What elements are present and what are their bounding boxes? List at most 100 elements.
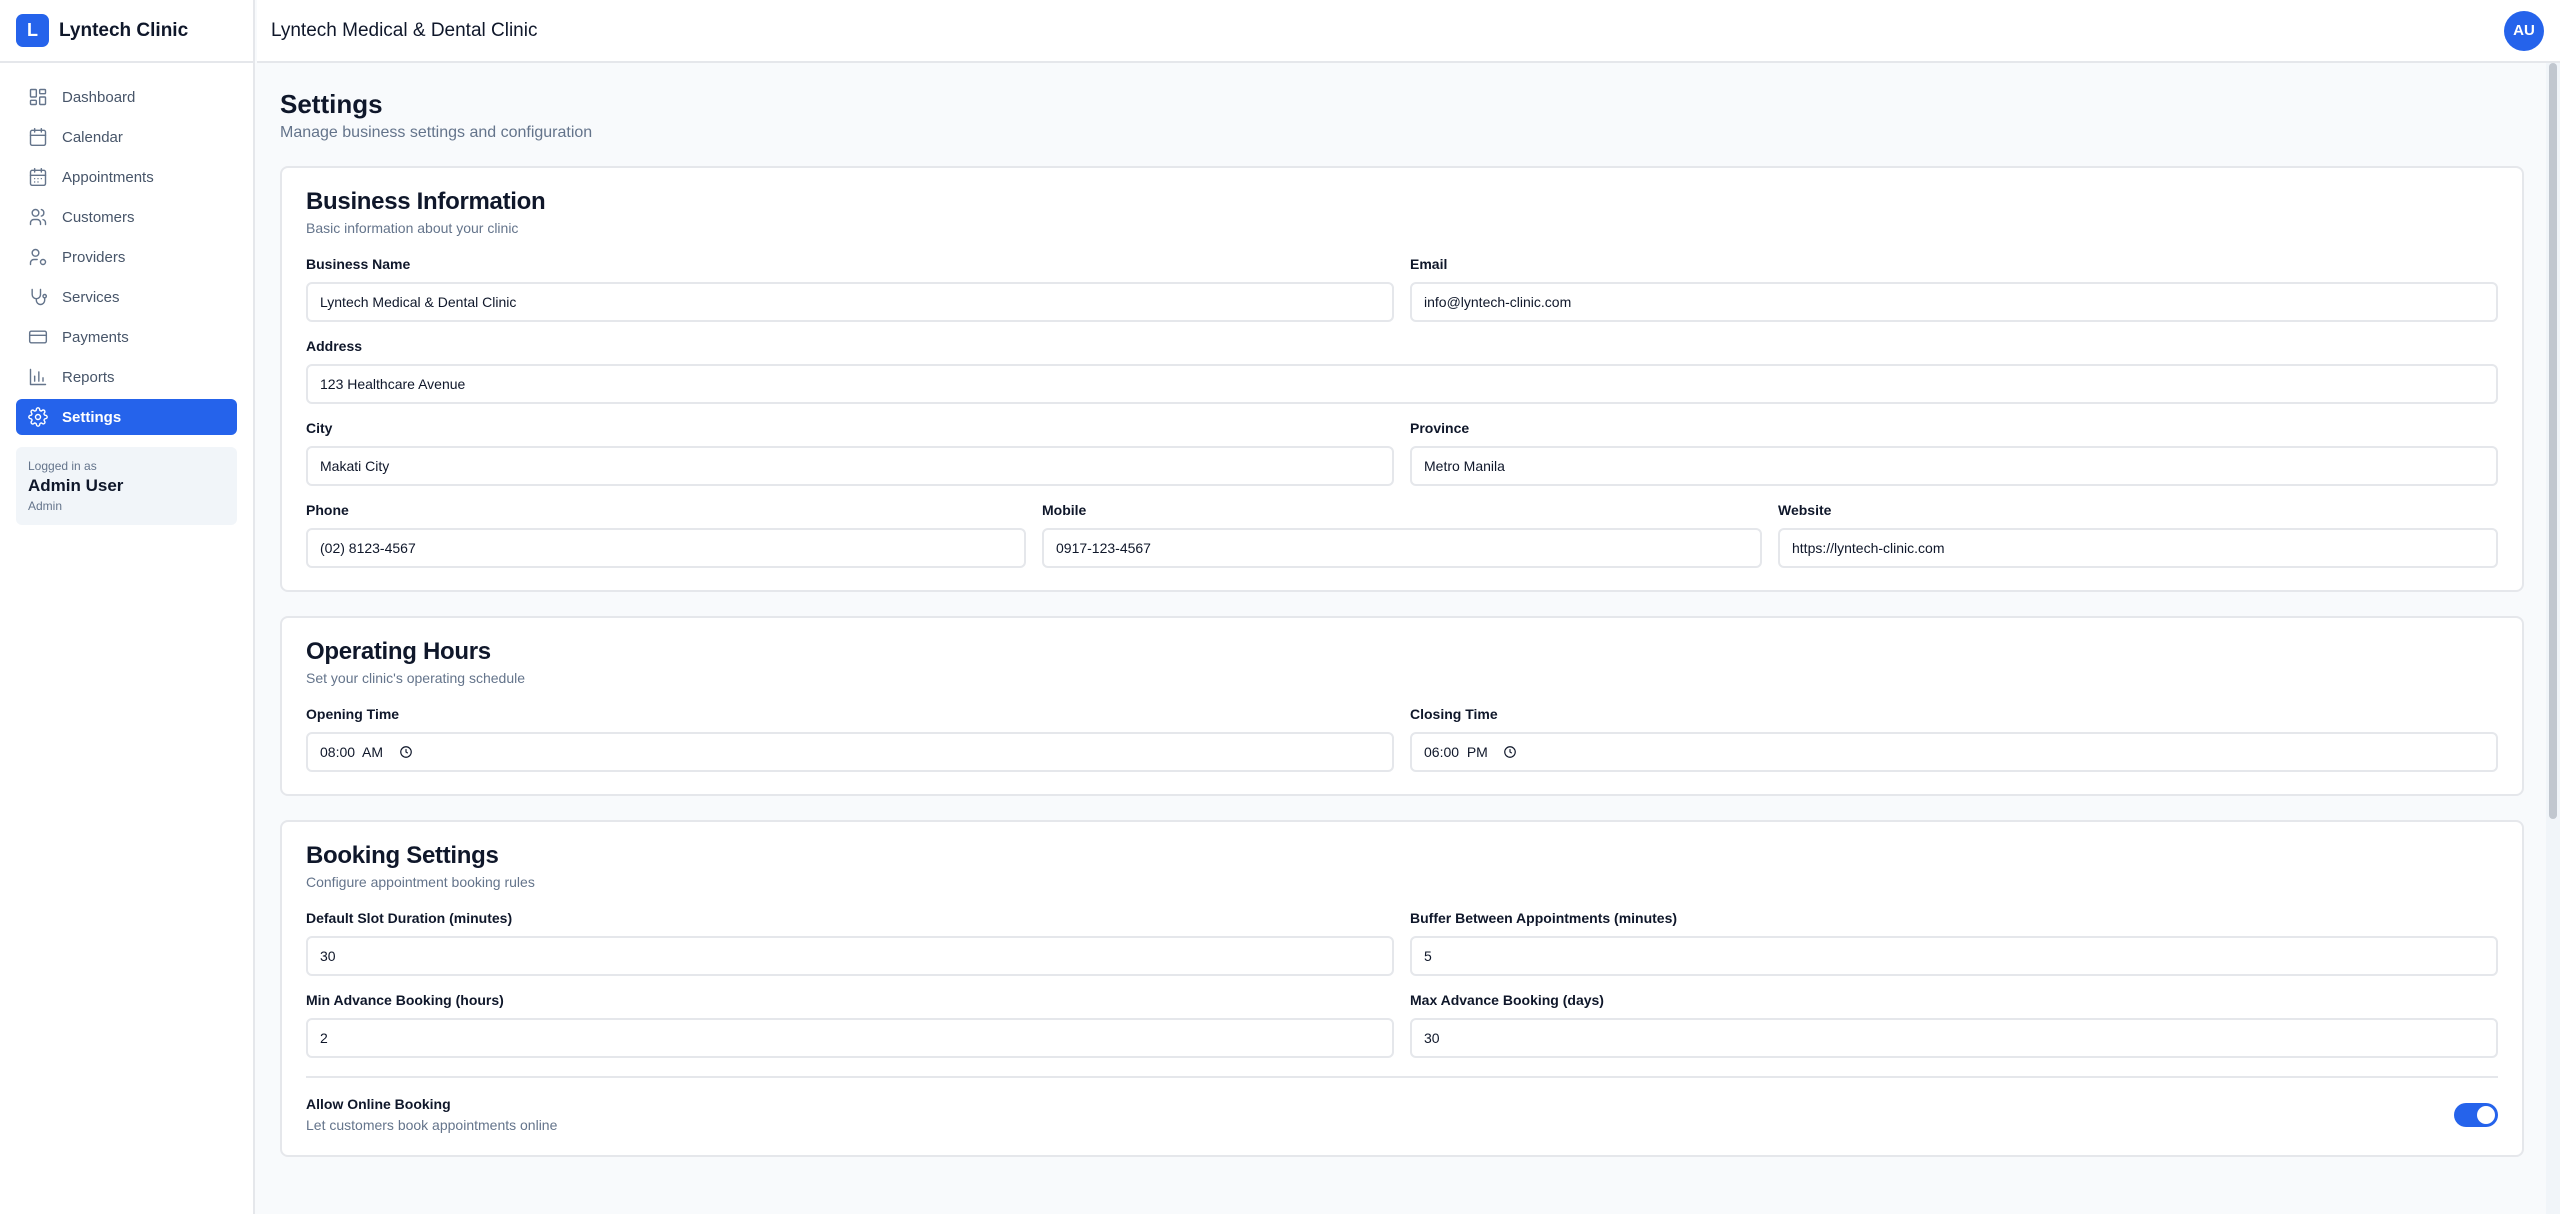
sidebar-item-label: Settings xyxy=(62,408,122,426)
user-cog-icon xyxy=(29,248,47,266)
page-subtitle: Manage business settings and configurati… xyxy=(280,124,593,141)
website-group: Website xyxy=(1778,502,2498,568)
brand[interactable]: L Lyntech Clinic xyxy=(0,0,253,63)
sidebar-item-label: Payments xyxy=(62,328,129,346)
sidebar-item-label: Dashboard xyxy=(62,88,136,106)
buffer-label: Buffer Between Appointments (minutes) xyxy=(1410,910,1678,926)
city-label: City xyxy=(306,420,333,436)
stethoscope-icon xyxy=(31,288,48,306)
business-name-label: Business Name xyxy=(306,256,411,272)
gear-icon xyxy=(28,407,48,427)
sidebar-item-label: Customers xyxy=(62,208,135,226)
users-icon xyxy=(29,208,47,226)
credit-card-icon xyxy=(28,330,48,344)
address-group: Address xyxy=(306,338,2498,404)
sidebar-item-calendar[interactable]: Calendar xyxy=(16,119,237,155)
clinic-title: Lyntech Medical & Dental Clinic xyxy=(271,19,538,41)
sidebar-nav: Dashboard Calendar Appointments Customer… xyxy=(0,63,253,435)
sidebar-item-label: Services xyxy=(62,288,120,306)
min-advance-group: Min Advance Booking (hours) xyxy=(306,992,1394,1058)
online-booking-title: Allow Online Booking xyxy=(306,1096,451,1112)
min-advance-label: Min Advance Booking (hours) xyxy=(306,992,504,1008)
top-bar: Lyntech Medical & Dental Clinic AU xyxy=(257,0,2560,63)
mobile-input[interactable] xyxy=(1042,528,1762,568)
user-name: Admin User xyxy=(28,476,124,495)
logged-in-caption: Logged in as xyxy=(28,459,97,473)
sidebar-item-appointments[interactable]: Appointments xyxy=(16,159,237,195)
calendar-icon xyxy=(29,127,47,147)
max-advance-input[interactable] xyxy=(1410,1018,2498,1058)
city-input[interactable] xyxy=(306,446,1394,486)
closing-time-input[interactable] xyxy=(1410,732,2498,772)
sidebar-item-label: Reports xyxy=(62,368,115,386)
page-title: Settings xyxy=(280,89,383,119)
sidebar-item-settings[interactable]: Settings xyxy=(16,399,237,435)
business-name-input[interactable] xyxy=(306,282,1394,322)
scrollbar-thumb[interactable] xyxy=(2549,63,2557,819)
card-subtitle: Basic information about your clinic xyxy=(306,220,519,236)
sidebar-item-label: Calendar xyxy=(62,128,123,146)
website-label: Website xyxy=(1778,502,1832,518)
email-input[interactable] xyxy=(1410,282,2498,322)
bar-chart-icon xyxy=(29,368,47,386)
website-input[interactable] xyxy=(1778,528,2498,568)
clock-icon[interactable] xyxy=(399,745,413,759)
card-subtitle: Set your clinic's operating schedule xyxy=(306,670,526,686)
sidebar: L Lyntech Clinic Dashboard Calendar Appo… xyxy=(0,0,255,1214)
sidebar-item-reports[interactable]: Reports xyxy=(16,359,237,395)
sidebar-item-services[interactable]: Services xyxy=(16,279,237,315)
user-role: Admin xyxy=(28,499,63,513)
sidebar-item-providers[interactable]: Providers xyxy=(16,239,237,275)
min-advance-input[interactable] xyxy=(306,1018,1394,1058)
address-label: Address xyxy=(306,338,363,354)
online-booking-row: Allow Online Booking Let customers book … xyxy=(306,1096,2498,1133)
toggle-knob xyxy=(2477,1105,2495,1124)
opening-time-group: Opening Time xyxy=(306,706,1394,772)
phone-group: Phone xyxy=(306,502,1026,568)
email-group: Email xyxy=(1410,256,2498,322)
mobile-label: Mobile xyxy=(1042,502,1087,518)
calendar-check-icon xyxy=(29,167,47,187)
brand-logo: L xyxy=(16,14,49,47)
divider xyxy=(306,1076,2498,1078)
logged-in-user-card: Logged in as Admin User Admin xyxy=(16,447,237,525)
phone-label: Phone xyxy=(306,502,349,518)
card-title: Operating Hours xyxy=(306,638,491,665)
card-title: Booking Settings xyxy=(306,842,499,869)
booking-settings-card: Booking Settings Configure appointment b… xyxy=(280,820,2524,1157)
province-input[interactable] xyxy=(1410,446,2498,486)
dashboard-icon xyxy=(29,88,47,106)
slot-duration-label: Default Slot Duration (minutes) xyxy=(306,910,513,926)
buffer-input[interactable] xyxy=(1410,936,2498,976)
business-name-group: Business Name xyxy=(306,256,1394,322)
online-booking-toggle[interactable] xyxy=(2454,1102,2498,1127)
online-booking-subtitle: Let customers book appointments online xyxy=(306,1117,558,1133)
province-label: Province xyxy=(1410,420,1470,436)
clock-icon[interactable] xyxy=(1503,745,1517,759)
page-scrollbar[interactable] xyxy=(2546,63,2560,1214)
slot-duration-group: Default Slot Duration (minutes) xyxy=(306,910,1394,976)
sidebar-item-payments[interactable]: Payments xyxy=(16,319,237,355)
main-content: Settings Manage business settings and co… xyxy=(257,65,2546,1214)
buffer-group: Buffer Between Appointments (minutes) xyxy=(1410,910,2498,976)
business-information-card: Business Information Basic information a… xyxy=(280,166,2524,592)
brand-name: Lyntech Clinic xyxy=(59,19,189,41)
closing-time-group: Closing Time xyxy=(1410,706,2498,772)
sidebar-item-label: Providers xyxy=(62,248,126,266)
email-label: Email xyxy=(1410,256,1448,272)
avatar[interactable]: AU xyxy=(2504,10,2544,51)
phone-input[interactable] xyxy=(306,528,1026,568)
opening-time-input[interactable] xyxy=(306,732,1394,772)
max-advance-group: Max Advance Booking (days) xyxy=(1410,992,2498,1058)
card-title: Business Information xyxy=(306,188,546,215)
slot-duration-input[interactable] xyxy=(306,936,1394,976)
sidebar-item-label: Appointments xyxy=(62,168,154,186)
sidebar-item-customers[interactable]: Customers xyxy=(16,199,237,235)
max-advance-label: Max Advance Booking (days) xyxy=(1410,992,1604,1008)
opening-time-label: Opening Time xyxy=(306,706,400,722)
sidebar-item-dashboard[interactable]: Dashboard xyxy=(16,79,237,115)
closing-time-label: Closing Time xyxy=(1410,706,1498,722)
city-group: City xyxy=(306,420,1394,486)
address-input[interactable] xyxy=(306,364,2498,404)
mobile-group: Mobile xyxy=(1042,502,1762,568)
